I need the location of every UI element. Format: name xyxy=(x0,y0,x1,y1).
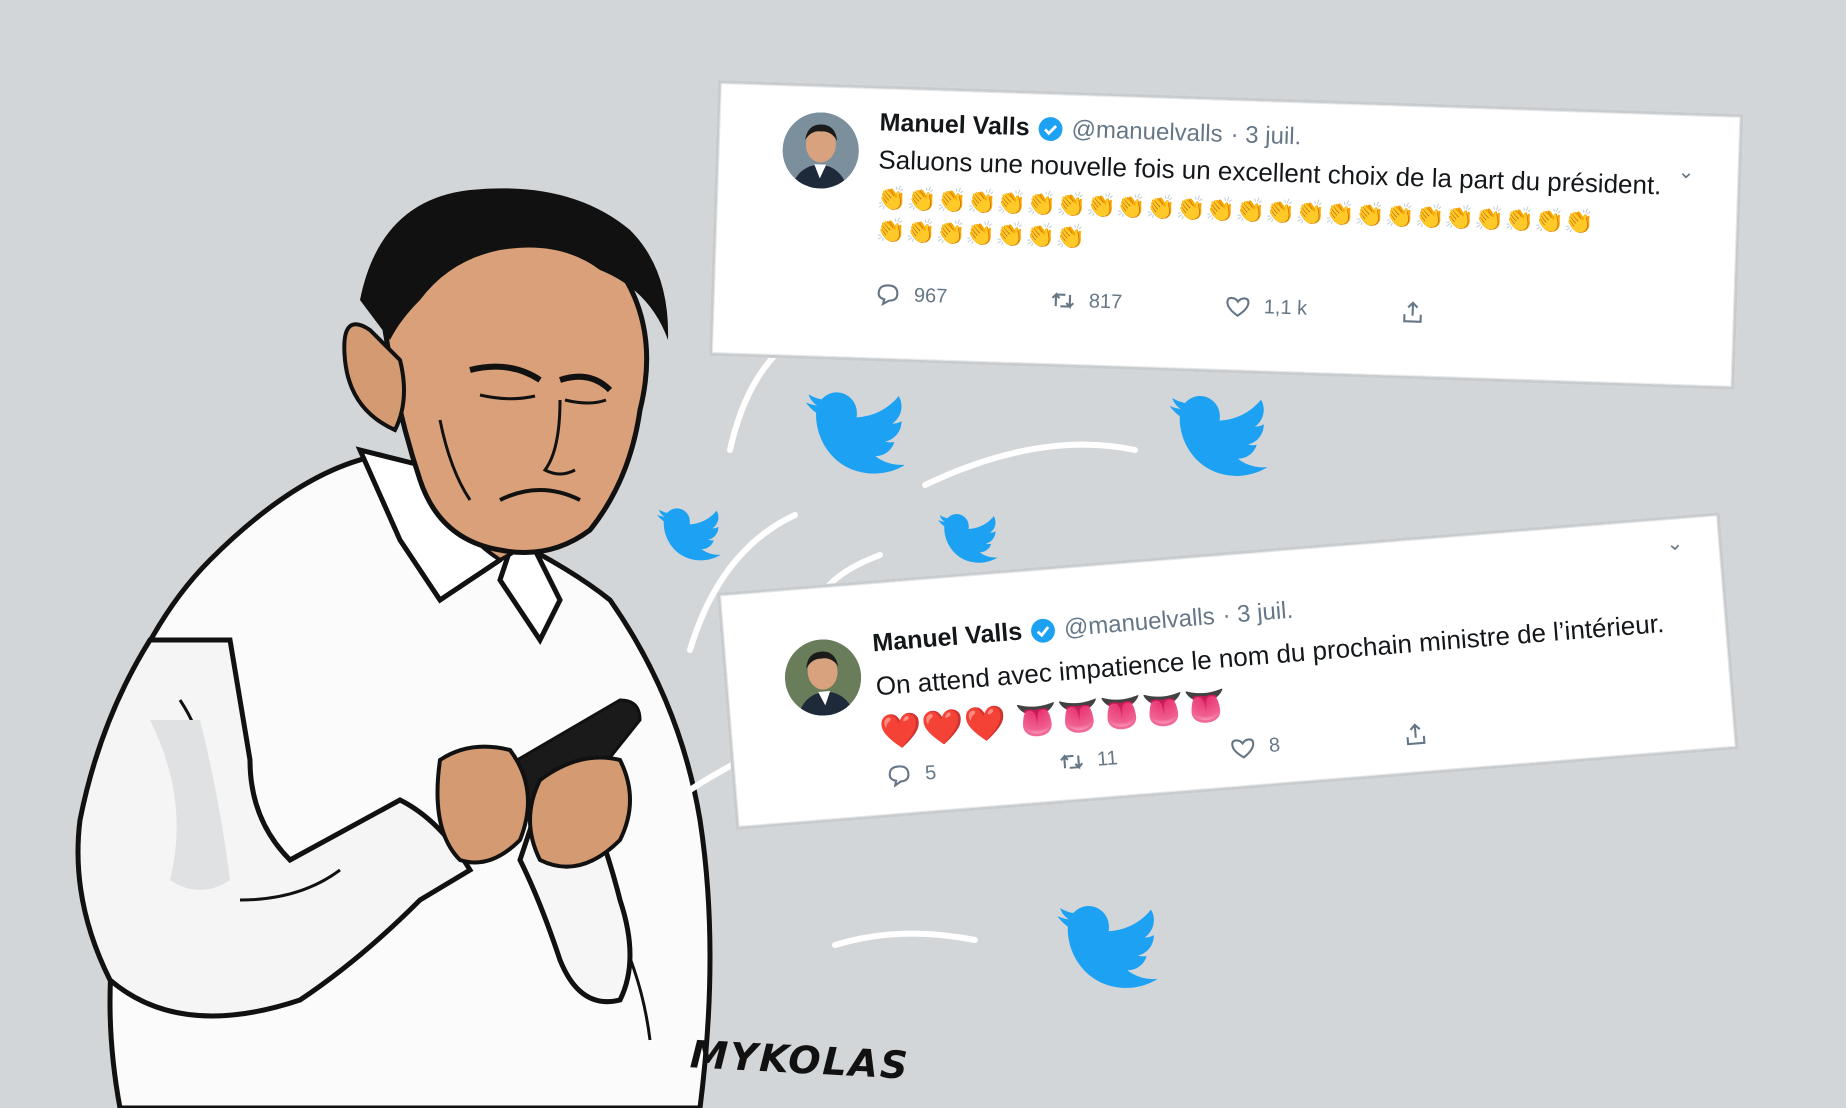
verified-badge-icon xyxy=(1038,116,1063,141)
author-handle[interactable]: @manuelvalls xyxy=(1071,115,1223,148)
like-button[interactable]: 1,1 k xyxy=(1223,292,1399,326)
like-count: 1,1 k xyxy=(1263,295,1308,320)
share-icon xyxy=(1403,301,1422,323)
tweet-card[interactable]: Manuel Valls @manuelvalls · 3 juil. ⌄ Sa… xyxy=(708,80,1744,390)
twitter-bird-icon xyxy=(1169,396,1268,476)
reply-button[interactable]: 5 xyxy=(884,749,1058,791)
reply-button[interactable]: 967 xyxy=(874,280,1050,314)
reply-icon xyxy=(888,765,910,788)
reply-count: 967 xyxy=(913,284,948,308)
reply-count: 5 xyxy=(924,761,938,785)
retweet-count: 11 xyxy=(1096,746,1119,771)
tweet-actions: 967 817 1,1 k xyxy=(874,280,1575,331)
like-count: 8 xyxy=(1268,733,1281,757)
retweet-button[interactable]: 817 xyxy=(1048,286,1224,320)
retweet-count: 817 xyxy=(1088,289,1123,314)
like-icon xyxy=(1231,738,1255,759)
verified-badge-icon xyxy=(1031,618,1055,643)
chevron-down-icon[interactable]: ⌄ xyxy=(1665,530,1684,556)
tweet-header: Manuel Valls @manuelvalls · 3 juil. xyxy=(879,108,1302,151)
avatar[interactable] xyxy=(782,636,864,719)
share-button[interactable] xyxy=(1398,298,1574,332)
retweet-icon xyxy=(1051,291,1075,310)
tweet-date[interactable]: · 3 juil. xyxy=(1221,596,1294,630)
avatar[interactable] xyxy=(781,111,860,190)
tweet-date[interactable]: · 3 juil. xyxy=(1230,121,1302,151)
reply-icon xyxy=(877,284,899,307)
twitter-bird-icon xyxy=(938,514,998,563)
share-button[interactable] xyxy=(1400,708,1574,750)
author-name[interactable]: Manuel Valls xyxy=(879,108,1030,142)
share-icon xyxy=(1406,723,1426,746)
author-handle[interactable]: @manuelvalls xyxy=(1063,602,1216,642)
retweet-button[interactable]: 11 xyxy=(1056,735,1230,777)
chevron-down-icon[interactable]: ⌄ xyxy=(1677,159,1695,185)
cartoon-scene: Manuel Valls @manuelvalls · 3 juil. ⌄ Sa… xyxy=(0,0,1846,1108)
retweet-icon xyxy=(1059,754,1083,770)
twitter-bird-icon xyxy=(657,508,720,561)
emoji-row: 👏👏👏👏👏👏👏 xyxy=(875,217,1086,252)
author-name[interactable]: Manuel Valls xyxy=(871,617,1023,658)
twitter-bird-icon xyxy=(1057,906,1159,988)
twitter-bird-icon xyxy=(805,392,904,474)
like-icon xyxy=(1226,296,1250,317)
like-button[interactable]: 8 xyxy=(1228,721,1402,763)
